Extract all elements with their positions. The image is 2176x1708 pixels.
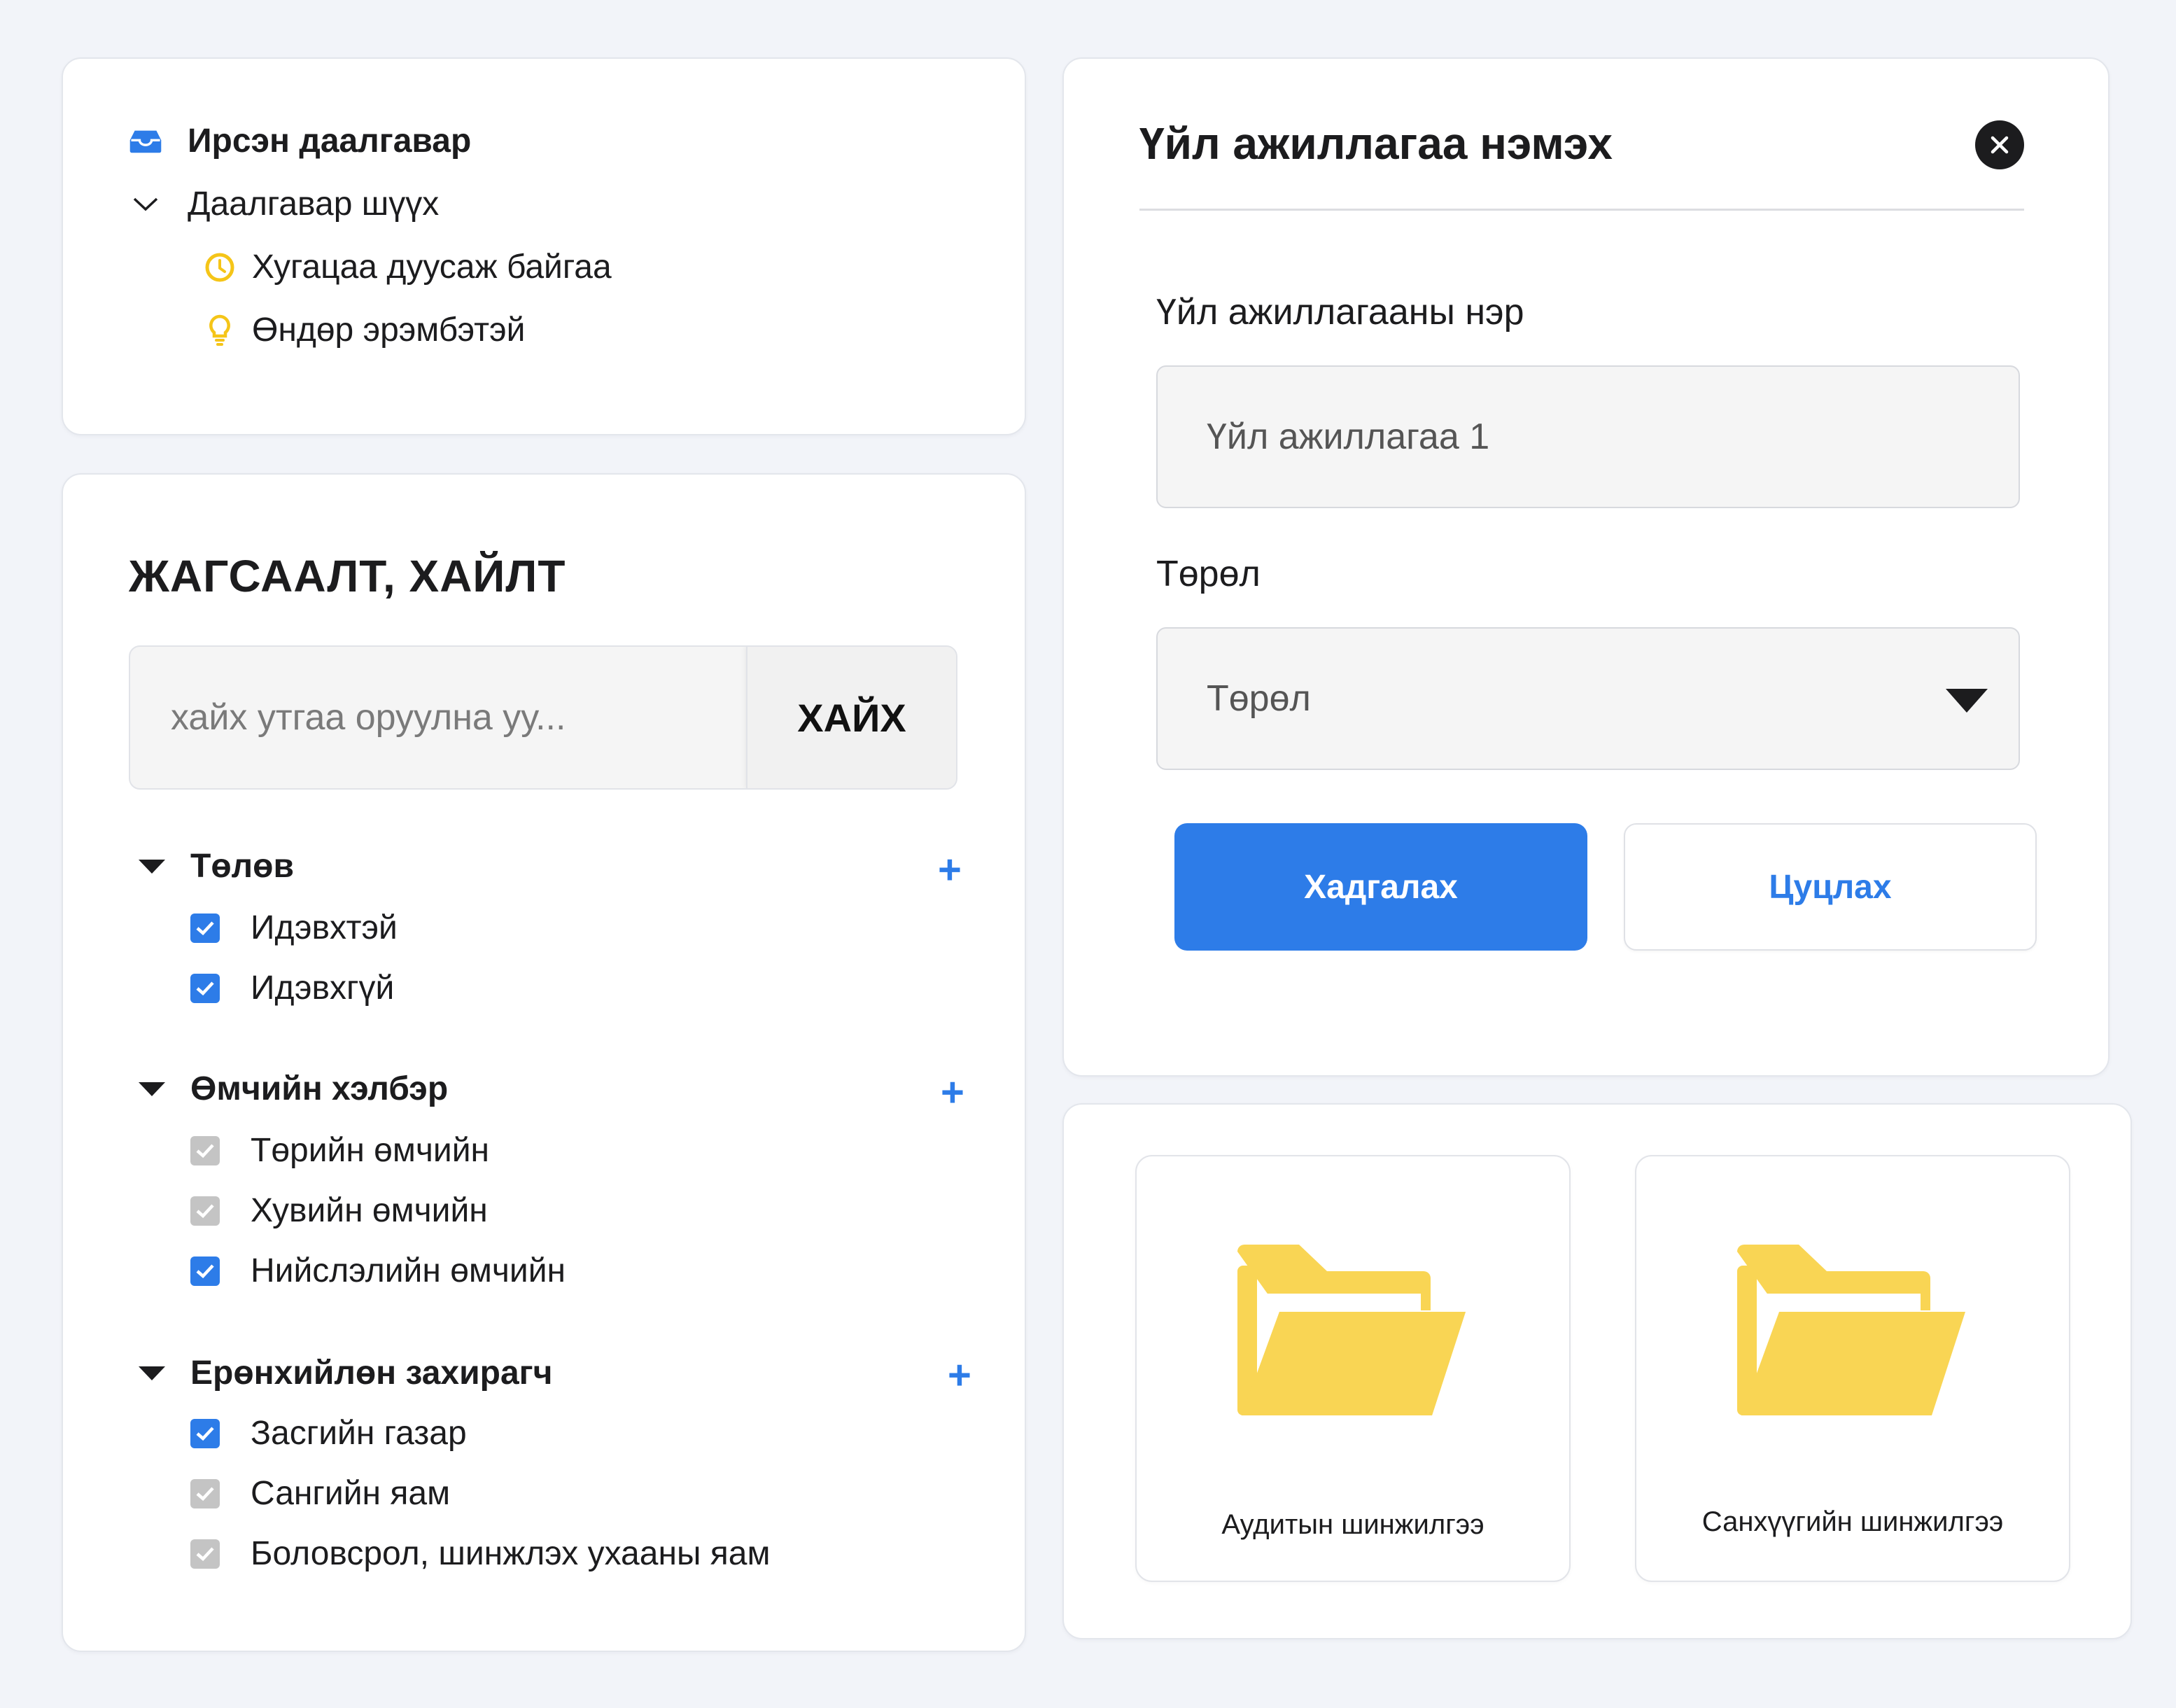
filter-tasks-item[interactable]: Даалгавар шүүх	[129, 185, 439, 223]
checkbox-disabled[interactable]	[190, 1539, 220, 1569]
group-header-administrator[interactable]: Ерөнхийлөн захирагч	[139, 1354, 553, 1392]
checkbox-item[interactable]: Сангийн яам	[190, 1474, 450, 1513]
type-select[interactable]: Төрөл	[1156, 627, 2020, 770]
due-soon-label: Хугацаа дуусаж байгаа	[252, 248, 612, 286]
add-activity-dialog: Үйл ажиллагаа нэмэх Үйл ажиллагааны нэр …	[1062, 57, 2110, 1077]
checkbox-label: Боловсрол, шинжлэх ухааны яам	[251, 1535, 771, 1572]
group-title: Өмчийн хэлбэр	[190, 1070, 449, 1107]
checkbox-label: Идэвхгүй	[251, 969, 395, 1007]
checkbox-label: Засгийн газар	[251, 1415, 467, 1452]
checkbox-label: Сангийн яам	[251, 1475, 451, 1512]
activity-name-label: Үйл ажиллагааны нэр	[1156, 292, 1524, 332]
folders-card: Аудитын шинжилгээ Санхүүгийн шинжилгээ	[1062, 1103, 2132, 1639]
type-label: Төрөл	[1156, 554, 1261, 594]
group-header-ownership[interactable]: Өмчийн хэлбэр	[139, 1070, 448, 1108]
checkbox-item[interactable]: Засгийн газар	[190, 1414, 467, 1452]
caret-down-icon	[139, 859, 165, 874]
inbox-label: Ирсэн даалгавар	[188, 122, 472, 160]
section-title: ЖАГСААЛТ, ХАЙЛТ	[129, 551, 566, 601]
checkbox-item[interactable]: Төрийн өмчийн	[190, 1131, 489, 1170]
dialog-title: Үйл ажиллагаа нэмэх	[1139, 118, 1613, 169]
add-icon[interactable]: +	[938, 850, 962, 890]
search-bar: ХАЙХ	[129, 645, 957, 790]
cancel-button[interactable]: Цуцлах	[1624, 823, 2037, 951]
checkbox-disabled[interactable]	[190, 1196, 220, 1226]
folder-tile[interactable]: Аудитын шинжилгээ	[1135, 1155, 1571, 1582]
checkbox-label: Хувийн өмчийн	[251, 1192, 488, 1229]
inbox-icon	[129, 125, 162, 158]
filter-tasks-label: Даалгавар шүүх	[188, 186, 440, 223]
list-search-card: ЖАГСААЛТ, ХАЙЛТ ХАЙХ Төлөв + Идэвхтэй Ид…	[62, 473, 1026, 1652]
chevron-down-icon	[129, 188, 162, 221]
due-soon-item[interactable]: Хугацаа дуусаж байгаа	[203, 248, 612, 286]
checkbox-checked[interactable]	[190, 1256, 220, 1286]
add-icon[interactable]: +	[941, 1072, 964, 1113]
checkbox-label: Нийслэлийн өмчийн	[251, 1252, 566, 1289]
checkbox-disabled[interactable]	[190, 1135, 220, 1166]
checkbox-item[interactable]: Идэвхгүй	[190, 969, 394, 1007]
activity-name-value: Үйл ажиллагаа 1	[1207, 416, 1490, 457]
checkbox-checked[interactable]	[190, 973, 220, 1003]
search-input[interactable]	[130, 647, 749, 788]
checkbox-item[interactable]: Боловсрол, шинжлэх ухааны яам	[190, 1534, 770, 1573]
folder-tile[interactable]: Санхүүгийн шинжилгээ	[1635, 1155, 2070, 1582]
folder-label: Санхүүгийн шинжилгээ	[1701, 1506, 2004, 1537]
type-select-value: Төрөл	[1207, 678, 1311, 719]
folder-icon	[1737, 1245, 1965, 1415]
group-title: Ерөнхийлөн захирагч	[190, 1354, 553, 1392]
dropdown-arrow-icon	[1946, 689, 1988, 713]
caret-down-icon	[139, 1082, 165, 1096]
checkbox-label: Төрийн өмчийн	[251, 1132, 490, 1169]
high-priority-item[interactable]: Өндөр эрэмбэтэй	[203, 311, 525, 349]
inbox-item[interactable]: Ирсэн даалгавар	[129, 122, 471, 160]
group-header-status[interactable]: Төлөв	[139, 847, 294, 886]
activity-name-field[interactable]: Үйл ажиллагаа 1	[1156, 365, 2020, 508]
close-icon	[1991, 136, 2009, 154]
divider	[1139, 209, 2024, 211]
folder-label: Аудитын шинжилгээ	[1221, 1509, 1484, 1540]
checkbox-item[interactable]: Нийслэлийн өмчийн	[190, 1252, 566, 1290]
lightbulb-icon	[203, 314, 237, 347]
checkbox-checked[interactable]	[190, 913, 220, 943]
checkbox-checked[interactable]	[190, 1418, 220, 1448]
checkbox-disabled[interactable]	[190, 1478, 220, 1508]
clock-icon	[203, 251, 237, 284]
search-button[interactable]: ХАЙХ	[746, 647, 956, 788]
task-filter-card: Ирсэн даалгавар Даалгавар шүүх Хугацаа д…	[62, 57, 1026, 435]
folder-icon	[1237, 1245, 1466, 1415]
checkbox-label: Идэвхтэй	[251, 909, 398, 946]
add-icon[interactable]: +	[948, 1355, 971, 1396]
save-button[interactable]: Хадгалах	[1174, 823, 1587, 951]
checkbox-item[interactable]: Идэвхтэй	[190, 909, 398, 947]
group-title: Төлөв	[190, 848, 294, 885]
checkbox-item[interactable]: Хувийн өмчийн	[190, 1191, 488, 1230]
caret-down-icon	[139, 1366, 165, 1380]
close-button[interactable]	[1975, 120, 2024, 169]
high-priority-label: Өндөр эрэмбэтэй	[252, 312, 526, 349]
